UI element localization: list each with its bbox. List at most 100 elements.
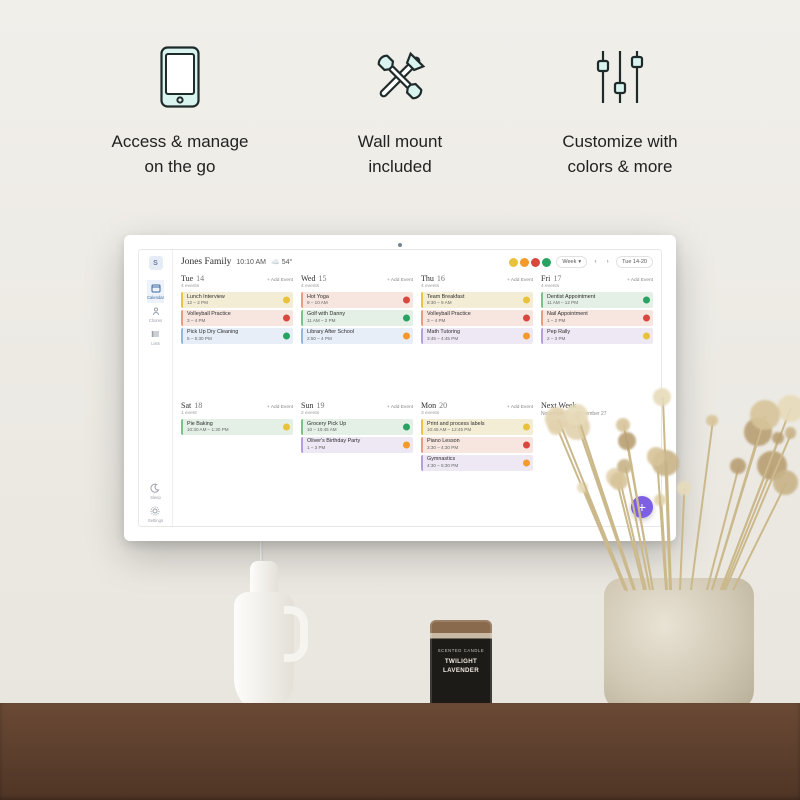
- temp: 54°: [282, 259, 293, 266]
- day-column: Fri 17+ Add Event4 eventsDentist Appoint…: [537, 272, 657, 399]
- event-card[interactable]: Pep Rally2 – 3 PM: [541, 328, 653, 344]
- add-event-button[interactable]: + Add Event: [387, 278, 413, 283]
- feature-access: Access & manageon the go: [85, 42, 275, 179]
- event-avatar: [283, 332, 290, 339]
- event-time: 8:30 – 9 AM: [427, 300, 529, 305]
- event-card[interactable]: Golf with Danny11 AM – 2 PM: [301, 310, 413, 326]
- event-card[interactable]: Nail Appointment1 – 2 PM: [541, 310, 653, 326]
- feature-mount: Wall mountincluded: [305, 42, 495, 179]
- add-fab[interactable]: +: [631, 496, 653, 518]
- event-time: 11 AM – 2 PM: [307, 318, 409, 323]
- event-card[interactable]: Piano Lesson3:30 – 4:30 PM: [421, 437, 533, 453]
- sidebar-item-calendar[interactable]: Calendar: [147, 280, 164, 303]
- sidebar-item-lists[interactable]: Lists: [147, 326, 164, 349]
- event-card[interactable]: Volleyball Practice3 – 4 PM: [181, 310, 293, 326]
- sidebar-label: Calendar: [147, 295, 164, 300]
- day-num: 14: [196, 274, 204, 283]
- event-card[interactable]: Oliver's Birthday Party1 – 3 PM: [301, 437, 413, 453]
- camera-icon: [398, 243, 402, 247]
- event-time: 10:45 AM – 12:45 PM: [427, 427, 529, 432]
- event-card[interactable]: Hot Yoga9 – 10 AM: [301, 292, 413, 308]
- event-card[interactable]: Team Breakfast8:30 – 9 AM: [421, 292, 533, 308]
- day-num: 19: [316, 401, 324, 410]
- event-card[interactable]: Gymnastics4:30 – 5:30 PM: [421, 455, 533, 471]
- event-count: 4 events: [181, 284, 293, 289]
- day-num: 16: [437, 274, 445, 283]
- prev-button[interactable]: ‹: [592, 259, 599, 266]
- candle-brand: SCENTED CANDLE: [436, 648, 486, 653]
- phone-icon: [160, 42, 200, 112]
- day-name: Fri: [541, 274, 550, 283]
- event-avatar: [643, 314, 650, 321]
- add-event-button[interactable]: + Add Event: [507, 278, 533, 283]
- event-avatar: [403, 423, 410, 430]
- lists-icon: [151, 329, 161, 339]
- event-count: 3 events: [421, 411, 533, 416]
- day-name: Sun: [301, 401, 313, 410]
- calendar-icon: [151, 283, 161, 293]
- next-button[interactable]: ›: [604, 259, 611, 266]
- sidebar-item-chores[interactable]: Chores: [147, 303, 164, 326]
- weather: ☁️54°: [271, 258, 292, 266]
- avatar[interactable]: [542, 258, 551, 267]
- prop-vase: [604, 578, 754, 712]
- event-time: 10 – 10:45 AM: [307, 427, 409, 432]
- chevron-down-icon: ▾: [578, 259, 581, 265]
- sidebar-label: Lists: [151, 341, 160, 346]
- range-picker[interactable]: Week▾: [556, 256, 587, 268]
- topbar: Jones Family 10:10 AM ☁️54° Week▾ ‹ › Tu…: [173, 250, 661, 272]
- event-time: 3:30 – 4:30 PM: [427, 445, 529, 450]
- avatar[interactable]: [509, 258, 518, 267]
- event-avatar: [523, 332, 530, 339]
- event-card[interactable]: Volleyball Practice3 – 4 PM: [421, 310, 533, 326]
- next-week-range: November 21 – November 27: [541, 411, 653, 417]
- event-count: 2 events: [301, 411, 413, 416]
- event-card[interactable]: Dentist Appointment11 AM – 12 PM: [541, 292, 653, 308]
- event-card[interactable]: Print and process labels10:45 AM – 12:45…: [421, 419, 533, 435]
- event-count: 1 event: [181, 411, 293, 416]
- event-time: 4:30 – 5:30 PM: [427, 463, 529, 468]
- event-avatar: [643, 332, 650, 339]
- day-column: Tue 14+ Add Event4 eventsLunch Interview…: [177, 272, 297, 399]
- event-avatar: [523, 441, 530, 448]
- day-name: Sat: [181, 401, 191, 410]
- day-column: Sun 19 + Add Event2 events Grocery Pick Up…: [297, 399, 417, 526]
- avatar[interactable]: [531, 258, 540, 267]
- member-avatars[interactable]: [509, 258, 551, 267]
- event-avatar: [403, 314, 410, 321]
- sidebar: S Calendar Chores Lists Sleep Settings: [139, 250, 173, 526]
- add-event-button[interactable]: + Add Event: [507, 405, 533, 410]
- add-event-button[interactable]: + Add Event: [387, 405, 413, 410]
- event-time: 3 – 4 PM: [427, 318, 529, 323]
- table-surface: [0, 703, 800, 800]
- settings-icon: [150, 506, 160, 516]
- event-card[interactable]: Library After School2:50 – 4 PM: [301, 328, 413, 344]
- event-card[interactable]: Lunch Interview12 – 2 PM: [181, 292, 293, 308]
- event-avatar: [523, 296, 530, 303]
- sidebar-label: Sleep: [150, 495, 161, 500]
- event-card[interactable]: Pie Baking10:30 AM – 1:30 PM: [181, 419, 293, 435]
- event-card[interactable]: Math Tutoring3:45 – 4:45 PM: [421, 328, 533, 344]
- add-event-button[interactable]: + Add Event: [627, 278, 653, 283]
- event-avatar: [283, 296, 290, 303]
- event-card[interactable]: Pick Up Dry Cleaning5 – 5:30 PM: [181, 328, 293, 344]
- app-logo[interactable]: S: [149, 256, 163, 270]
- event-time: 9 – 10 AM: [307, 300, 409, 305]
- add-event-button[interactable]: + Add Event: [267, 405, 293, 410]
- date-range[interactable]: Tue 14-20: [616, 256, 653, 268]
- event-avatar: [283, 314, 290, 321]
- candle-name: TWILIGHT LAVENDER: [436, 658, 486, 674]
- event-count: 4 events: [301, 284, 413, 289]
- day-name: Wed: [301, 274, 315, 283]
- event-avatar: [523, 423, 530, 430]
- event-card[interactable]: Grocery Pick Up10 – 10:45 AM: [301, 419, 413, 435]
- sliders-icon: [591, 42, 649, 112]
- tools-icon: [368, 42, 432, 112]
- event-time: 1 – 3 PM: [307, 445, 409, 450]
- avatar[interactable]: [520, 258, 529, 267]
- add-event-button[interactable]: + Add Event: [267, 278, 293, 283]
- prop-candle: SCENTED CANDLE TWILIGHT LAVENDER: [430, 620, 492, 712]
- sidebar-item-settings[interactable]: Settings: [148, 503, 163, 526]
- event-avatar: [403, 296, 410, 303]
- sidebar-item-sleep[interactable]: Sleep: [148, 480, 163, 503]
